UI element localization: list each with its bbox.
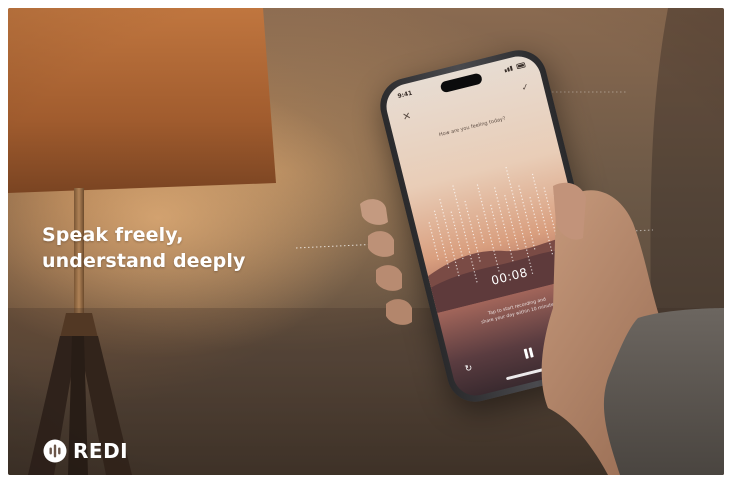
headline-line-1: Speak freely, xyxy=(42,224,184,246)
check-icon[interactable]: ✓ xyxy=(518,81,533,96)
sound-wave-circle-icon xyxy=(43,439,67,463)
prompt-text: How are you feeling today? xyxy=(438,115,507,139)
headline: Speak freely, understand deeply xyxy=(42,222,302,274)
brand-logo: REDI xyxy=(43,438,128,464)
restart-icon[interactable]: ↻ xyxy=(462,362,477,377)
status-time: 9:41 xyxy=(396,89,414,101)
close-icon[interactable]: ✕ xyxy=(400,110,415,125)
shuffle-icon[interactable]: ⤨ xyxy=(582,332,597,347)
dynamic-island xyxy=(439,72,484,94)
pause-icon[interactable] xyxy=(520,345,537,362)
photo-frame: 9:41 ✕ ✓ How are you feeling today? 00:0… xyxy=(8,8,724,475)
guide-line-left xyxy=(295,243,381,249)
brand-name: REDI xyxy=(73,439,129,463)
status-icons xyxy=(504,62,526,73)
headline-line-2: understand deeply xyxy=(42,250,246,272)
